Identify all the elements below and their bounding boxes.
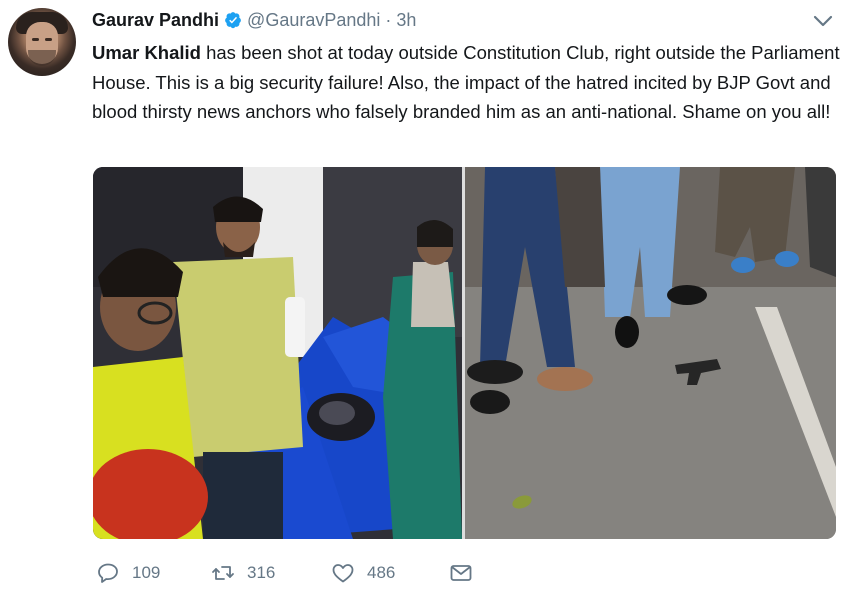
photo-right[interactable] bbox=[465, 167, 836, 539]
tweet-body: has been shot at today outside Constitut… bbox=[92, 42, 840, 122]
reply-button[interactable]: 109 bbox=[96, 560, 160, 586]
tweet-actions: 109 316 486 bbox=[93, 560, 513, 586]
reply-count: 109 bbox=[132, 563, 161, 582]
separator-dot: · bbox=[385, 9, 392, 30]
direct-message-icon bbox=[450, 565, 472, 581]
avatar[interactable] bbox=[8, 8, 76, 76]
like-icon bbox=[332, 564, 354, 583]
direct-message-button[interactable] bbox=[449, 560, 473, 586]
tweet-header: Gaurav Pandhi @GauravPandhi · 3h bbox=[92, 9, 416, 31]
mention-link[interactable]: Umar Khalid bbox=[92, 42, 201, 63]
tweet-timestamp[interactable]: 3h bbox=[396, 10, 416, 31]
tweet: Gaurav Pandhi @GauravPandhi · 3h Umar Kh… bbox=[0, 0, 850, 594]
reply-icon bbox=[98, 563, 118, 583]
like-count: 486 bbox=[367, 563, 396, 582]
author-handle[interactable]: @GauravPandhi bbox=[247, 10, 380, 31]
chevron-down-icon[interactable] bbox=[813, 14, 833, 28]
retweet-icon bbox=[212, 566, 234, 580]
media-grid bbox=[93, 167, 836, 539]
author-name[interactable]: Gaurav Pandhi bbox=[92, 10, 219, 31]
retweet-count: 316 bbox=[247, 563, 276, 582]
photo-left[interactable] bbox=[93, 167, 462, 539]
verified-badge-icon bbox=[225, 12, 241, 29]
retweet-button[interactable]: 316 bbox=[211, 560, 275, 586]
tweet-text: Umar Khalid has been shot at today outsi… bbox=[92, 38, 840, 127]
like-button[interactable]: 486 bbox=[331, 560, 395, 586]
